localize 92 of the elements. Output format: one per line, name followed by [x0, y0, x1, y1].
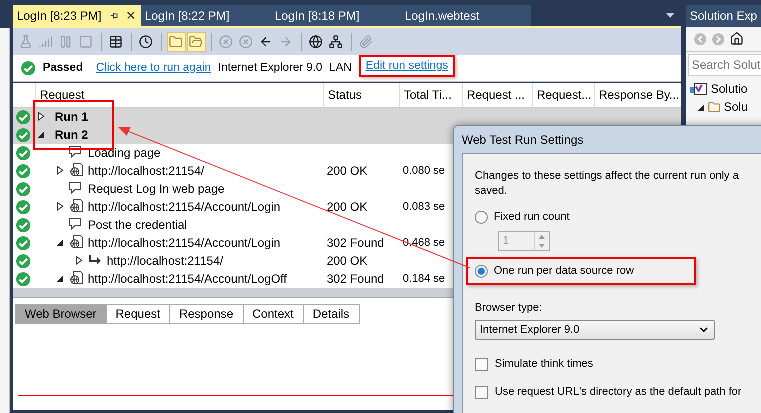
column-header[interactable]: Request: [34, 83, 323, 107]
detail-tab[interactable]: Response: [169, 304, 244, 324]
status-cell-text: 302 Found: [326, 272, 386, 286]
open-folder-icon: [189, 34, 204, 48]
expanded-triangle-icon[interactable]: [56, 238, 64, 247]
globe-page-icon: [68, 234, 84, 248]
column-header[interactable]: Response By...: [594, 83, 680, 107]
document-tab[interactable]: LogIn [8:18 PM]: [270, 5, 401, 26]
checkbox-option[interactable]: Simulate think times: [475, 354, 594, 374]
table-icon: [109, 34, 124, 48]
column-header[interactable]: Request...: [532, 83, 594, 107]
run-name: Run 2: [54, 128, 88, 142]
detail-tab[interactable]: Context: [242, 304, 304, 324]
clock-icon: [139, 34, 154, 48]
request-name: Loading page: [88, 146, 161, 160]
status-cell-text: 200 OK: [326, 254, 369, 268]
document-tab[interactable]: LogIn [8:23 PM]: [12, 5, 141, 26]
document-tab[interactable]: LogIn [8:22 PM]: [140, 5, 271, 26]
checkbox-option[interactable]: Use request URL's directory as the default path for: [475, 382, 742, 402]
run-row[interactable]: Run 1: [12, 108, 681, 126]
passed-check-icon: [16, 164, 32, 178]
request-name: http://localhost:21154/Account/Login: [88, 200, 281, 214]
speech-bubble-icon: [68, 182, 82, 194]
passed-check-icon: [16, 146, 32, 160]
bars-icon: [39, 34, 54, 48]
globe-icon: [309, 34, 324, 48]
passed-check-icon: [16, 218, 32, 232]
request-name: http://localhost:21154/: [106, 254, 224, 268]
status-cell-text: 200 OK: [326, 200, 369, 214]
run-name: Run 1: [54, 110, 88, 124]
expanded-triangle-icon[interactable]: [56, 274, 64, 283]
expanded-triangle-icon[interactable]: [698, 102, 705, 112]
edit-settings-link[interactable]: Edit run settings: [366, 60, 448, 72]
passed-check-icon: [16, 128, 32, 142]
document-tab[interactable]: LogIn.webtest: [400, 5, 531, 26]
pin-icon[interactable]: [110, 10, 119, 20]
column-header[interactable]: Total Ti...: [398, 83, 462, 107]
globe-page-icon: [68, 198, 84, 212]
column-header[interactable]: Status: [322, 83, 399, 107]
status-cell-text: 200 OK: [326, 164, 369, 178]
network-icon: [329, 34, 344, 48]
stop-icon: [79, 34, 94, 48]
time-cell-text: 0.083 se: [402, 201, 446, 213]
panel-title: Solution Exp: [686, 5, 761, 27]
pause-icon: [59, 34, 74, 48]
passed-check-icon: [16, 272, 32, 286]
status-cell-text: 302 Found: [326, 236, 386, 250]
passed-check-icon: [16, 236, 32, 250]
search-field[interactable]: Search Solut: [688, 54, 761, 76]
close-icon[interactable]: [126, 11, 135, 20]
tree-item[interactable]: Solutio: [686, 80, 761, 98]
expanded-triangle-icon[interactable]: [38, 130, 45, 139]
field-label: Browser type:: [475, 302, 544, 316]
tree-item[interactable]: Solu: [686, 98, 761, 116]
run-again-link[interactable]: Click here to run again: [96, 62, 212, 74]
globe-page-icon: [68, 162, 84, 176]
passed-check-icon: [16, 200, 32, 214]
test-status: Passed: [42, 62, 84, 74]
collapsed-triangle-icon[interactable]: [56, 202, 64, 211]
paperclip-icon: [359, 34, 374, 48]
collapsed-triangle-icon[interactable]: [76, 256, 83, 265]
globe-page-icon: [68, 270, 84, 284]
collapsed-triangle-icon[interactable]: [38, 112, 45, 121]
passed-check-icon: [16, 254, 32, 268]
request-name: http://localhost:21154/: [88, 164, 204, 178]
time-cell-text: 0.080 se: [402, 165, 446, 177]
folder-icon: [708, 100, 721, 114]
browser-name: Internet Explorer 9.0: [218, 62, 322, 74]
passed-check-icon: [16, 110, 32, 124]
request-name: http://localhost:21154/Account/Login: [88, 236, 281, 250]
folder-icon: [169, 34, 184, 48]
request-name: http://localhost:21154/Account/LogOff: [88, 272, 287, 286]
cross-circle-icon: [239, 34, 254, 48]
request-name: Post the credential: [88, 218, 188, 232]
solution-icon: [690, 82, 708, 96]
network-type: LAN: [330, 62, 352, 74]
flask-icon: [19, 34, 34, 48]
turn-arrow-icon: [88, 254, 102, 266]
column-header[interactable]: Request ...: [462, 83, 532, 107]
cross-circle-icon: [219, 34, 234, 48]
time-cell-text: 0.184 se: [402, 273, 446, 285]
dropdown-caret-icon[interactable]: [666, 13, 675, 19]
home-icon[interactable]: [730, 32, 744, 46]
request-name: Request Log In web page: [88, 182, 225, 196]
collapsed-triangle-icon[interactable]: [56, 166, 64, 175]
detail-tab[interactable]: Details: [302, 304, 360, 324]
speech-bubble-icon: [68, 218, 82, 230]
detail-tab[interactable]: Web Browser: [14, 304, 107, 324]
browser-dropdown[interactable]: Internet Explorer 9.0: [475, 320, 715, 340]
detail-tab[interactable]: Request: [106, 304, 170, 324]
passed-check-icon: [16, 182, 32, 196]
passed-check-icon: [20, 60, 36, 76]
